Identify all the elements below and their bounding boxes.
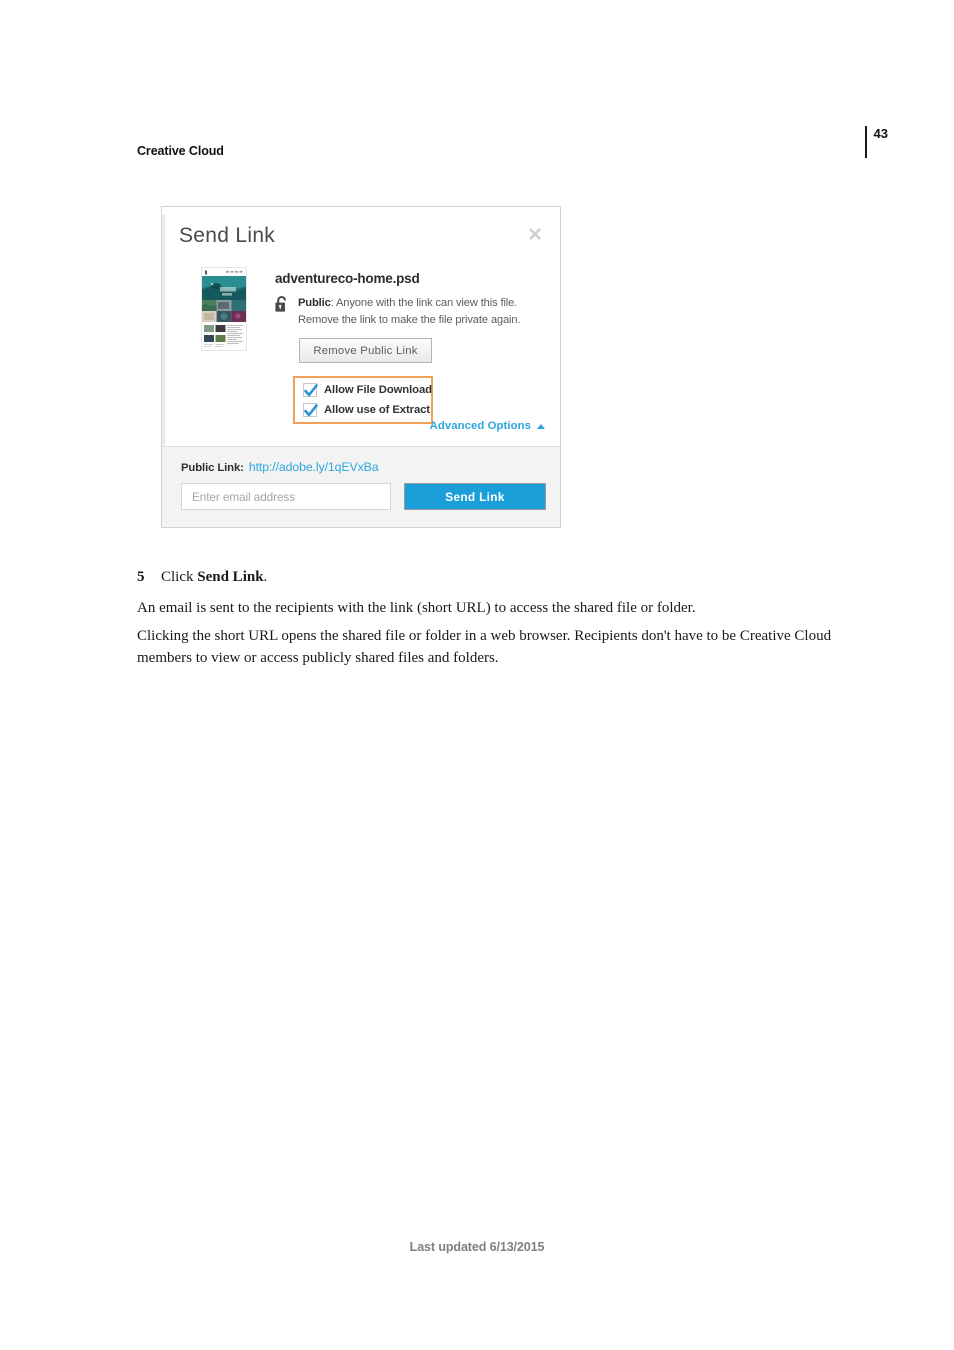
page-number: 43 [873, 126, 888, 141]
unlocked-padlock-icon [274, 295, 290, 313]
step-bold: Send Link [197, 569, 264, 585]
dialog-footer: Public Link: http://adobe.ly/1qEVxBa Ent… [162, 446, 560, 527]
file-thumbnail [201, 267, 247, 351]
public-link-label: Public Link: [181, 462, 244, 474]
send-link-button[interactable]: Send Link [404, 483, 546, 510]
dialog-title: Send Link [179, 224, 276, 247]
step-text: Click Send Link. [161, 569, 267, 586]
step-suffix: . [263, 569, 268, 585]
advanced-options-toggle[interactable]: Advanced Options [430, 420, 545, 432]
options-highlight-box: Allow File Download Allow use of Extract [293, 376, 433, 424]
allow-use-of-extract-checkbox-row[interactable]: Allow use of Extract [303, 403, 430, 417]
paragraph-2: Clicking the short URL opens the shared … [137, 628, 832, 666]
allow-file-download-checkbox[interactable] [303, 383, 318, 397]
public-link-url[interactable]: http://adobe.ly/1qEVxBa [249, 460, 379, 474]
chevron-up-icon [537, 423, 545, 429]
step-number: 5 [137, 569, 145, 585]
allow-file-download-label: Allow File Download [324, 384, 432, 396]
send-link-dialog: Send Link adventureco-home.psd Public: A… [161, 206, 561, 528]
advanced-options-label: Advanced Options [429, 420, 531, 432]
permission-label: Public [298, 297, 331, 309]
send-link-dialog-figure: Send Link adventureco-home.psd Public: A… [161, 206, 561, 528]
allow-use-of-extract-checkbox[interactable] [303, 403, 318, 417]
close-icon[interactable] [526, 225, 544, 243]
step-prefix: Click [161, 569, 198, 585]
step-item: 5 Click Send Link. [137, 569, 267, 586]
last-updated-footer: Last updated 6/13/2015 [409, 1240, 545, 1254]
paragraph-1: An email is sent to the recipients with … [137, 600, 696, 616]
remove-public-link-button[interactable]: Remove Public Link [299, 338, 432, 363]
allow-file-download-checkbox-row[interactable]: Allow File Download [303, 383, 432, 397]
permission-description: Public: Anyone with the link can view th… [298, 295, 552, 328]
running-head: Creative Cloud [137, 144, 224, 158]
folio-rule [865, 126, 867, 158]
public-link-row: Public Link: http://adobe.ly/1qEVxBa [181, 460, 379, 474]
permission-body: : Anyone with the link can view this fil… [298, 297, 521, 326]
email-input[interactable]: Enter email address [181, 483, 391, 510]
page-folio: 43 [865, 126, 888, 158]
allow-use-of-extract-label: Allow use of Extract [324, 404, 430, 416]
file-name: adventureco-home.psd [275, 271, 420, 286]
